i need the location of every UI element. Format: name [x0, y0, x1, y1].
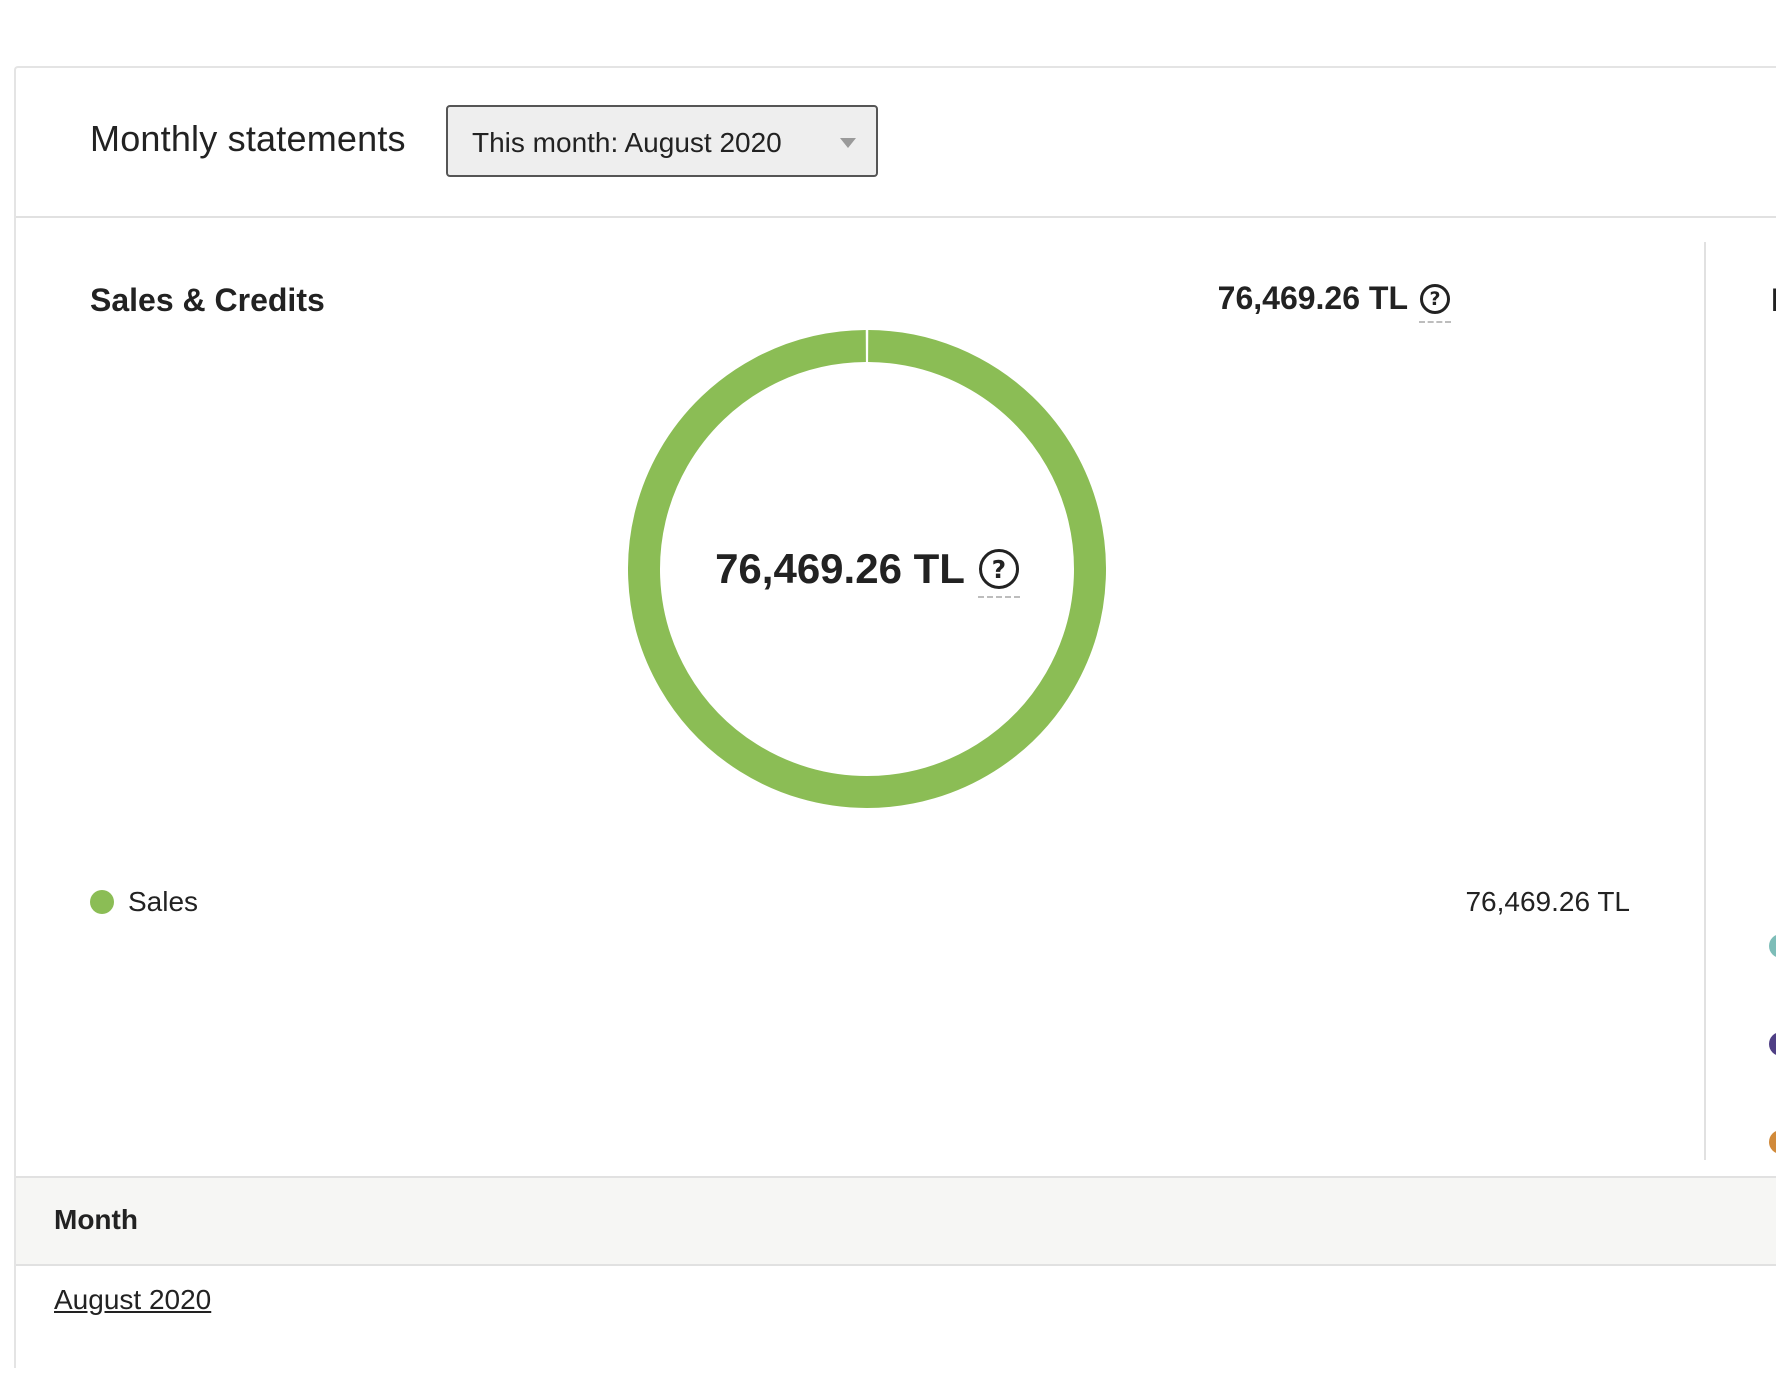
- legend-value: 76,469.26 TL: [1465, 886, 1630, 917]
- question-circle-icon[interactable]: ?: [977, 549, 1020, 598]
- statements-header: Monthly statements This month: August 20…: [16, 68, 1776, 218]
- monthly-statements-panel: Monthly statements This month: August 20…: [14, 66, 1776, 1368]
- legend-dot: [1769, 1032, 1776, 1056]
- month-select[interactable]: This month: August 2020: [446, 105, 878, 177]
- sales-credits-total: 76,469.26 TL ?: [1217, 280, 1451, 323]
- legend-dot: [90, 890, 114, 914]
- page-title: Monthly statements: [90, 118, 406, 159]
- donut-center-amount: 76,469.26 TL: [715, 545, 965, 592]
- legend-dot: [1769, 934, 1776, 958]
- right-panel-title-partial: F: [1771, 282, 1776, 319]
- triangle-down-icon: [840, 138, 856, 148]
- legend-label: Sales: [128, 886, 199, 917]
- table-row: August 2020: [16, 1264, 1776, 1384]
- sales-credits-title: Sales & Credits: [90, 282, 325, 318]
- legend-item-sales: Sales 76,469.26 TL: [90, 884, 1630, 924]
- total-amount: 76,469.26 TL: [1217, 280, 1408, 316]
- column-divider: [1704, 242, 1706, 1160]
- question-circle-icon[interactable]: ?: [1419, 283, 1451, 323]
- column-header-month: Month: [54, 1204, 138, 1235]
- month-select-value: This month: August 2020: [472, 127, 782, 158]
- donut-center: 76,469.26 TL ?: [628, 330, 1106, 808]
- table-header: Month: [16, 1176, 1776, 1266]
- legend-dot: [1769, 1130, 1776, 1154]
- month-link[interactable]: August 2020: [54, 1284, 211, 1316]
